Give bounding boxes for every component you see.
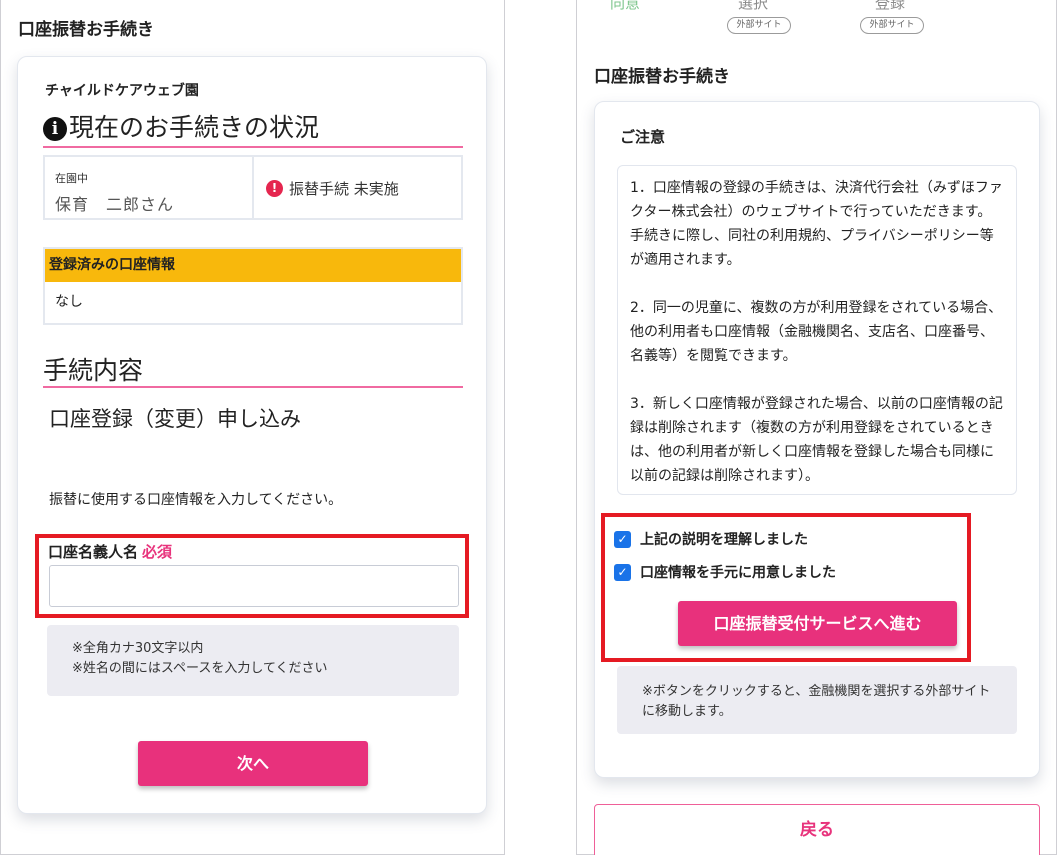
transfer-cell: ! 振替手続 未実施 — [252, 157, 461, 218]
step-agree: 同意 — [610, 0, 641, 12]
page-title: 口座振替お手続き — [18, 20, 154, 40]
notice-title: ご注意 — [620, 128, 666, 146]
next-button[interactable]: 次へ — [138, 741, 368, 786]
hint-line: ※姓名の間にはスペースを入力してください — [72, 661, 328, 676]
transfer-status: ! 振替手続 未実施 — [266, 178, 399, 199]
enrolled-label: 在園中 — [55, 172, 88, 185]
step-select: 選択 — [738, 0, 769, 12]
notice-item: 1．口座情報の登録の手続きは、決済代行会社（みずほファクター株式会社）のウェブサ… — [630, 180, 1003, 268]
registered-account-header: 登録済みの口座情報 — [45, 249, 461, 282]
notice-item: 3．新しく口座情報が登録された場合、以前の口座情報の記録は削除されます（複数の方… — [630, 396, 1003, 484]
proceed-note: ※ボタンをクリックすると、金融機関を選択する外部サイトに移動します。 — [642, 684, 991, 719]
highlight-frame-left — [35, 534, 469, 618]
instruction-text: 振替に使用する口座情報を入力してください。 — [49, 492, 343, 508]
school-name: チャイルドケアウェブ園 — [45, 83, 199, 99]
status-heading: i 現在のお手続きの状況 — [43, 108, 463, 148]
notice-item: 2．同一の児童に、複数の方が利用登録をされている場合、他の利用者も口座情報（金融… — [630, 300, 1003, 364]
step-register-badge: 外部サイト — [860, 17, 924, 34]
status-heading-text: 現在のお手続きの状況 — [69, 113, 320, 142]
registered-account-box: 登録済みの口座情報 なし — [43, 247, 463, 325]
hint-line: ※全角カナ30文字以内 — [72, 641, 204, 656]
child-cell: 在園中 保育 二郎さん — [45, 157, 252, 218]
transfer-status-text: 振替手続 未実施 — [289, 180, 399, 198]
procedure-heading: 手続内容 — [43, 351, 463, 388]
info-icon: i — [43, 117, 67, 141]
left-screen: 口座振替お手続き チャイルドケアウェブ園 i 現在のお手続きの状況 在園中 保育 … — [0, 0, 505, 855]
child-name: 保育 二郎さん — [55, 195, 175, 214]
registered-account-value: なし — [55, 294, 83, 310]
notice-box: 1．口座情報の登録の手続きは、決済代行会社（みずほファクター株式会社）のウェブサ… — [617, 165, 1017, 495]
proceed-note-box: ※ボタンをクリックすると、金融機関を選択する外部サイトに移動します。 — [617, 666, 1017, 734]
status-table: 在園中 保育 二郎さん ! 振替手続 未実施 — [43, 155, 463, 220]
procedure-name: 口座登録（変更）申し込み — [49, 407, 301, 431]
input-hint-box: ※全角カナ30文字以内 ※姓名の間にはスペースを入力してください — [47, 625, 459, 696]
highlight-frame-right — [601, 513, 971, 662]
step-select-badge: 外部サイト — [727, 17, 791, 34]
back-button[interactable]: 戻る — [594, 804, 1040, 855]
step-register: 登録 — [875, 0, 906, 12]
warning-icon: ! — [266, 180, 283, 197]
page-title: 口座振替お手続き — [594, 67, 730, 87]
